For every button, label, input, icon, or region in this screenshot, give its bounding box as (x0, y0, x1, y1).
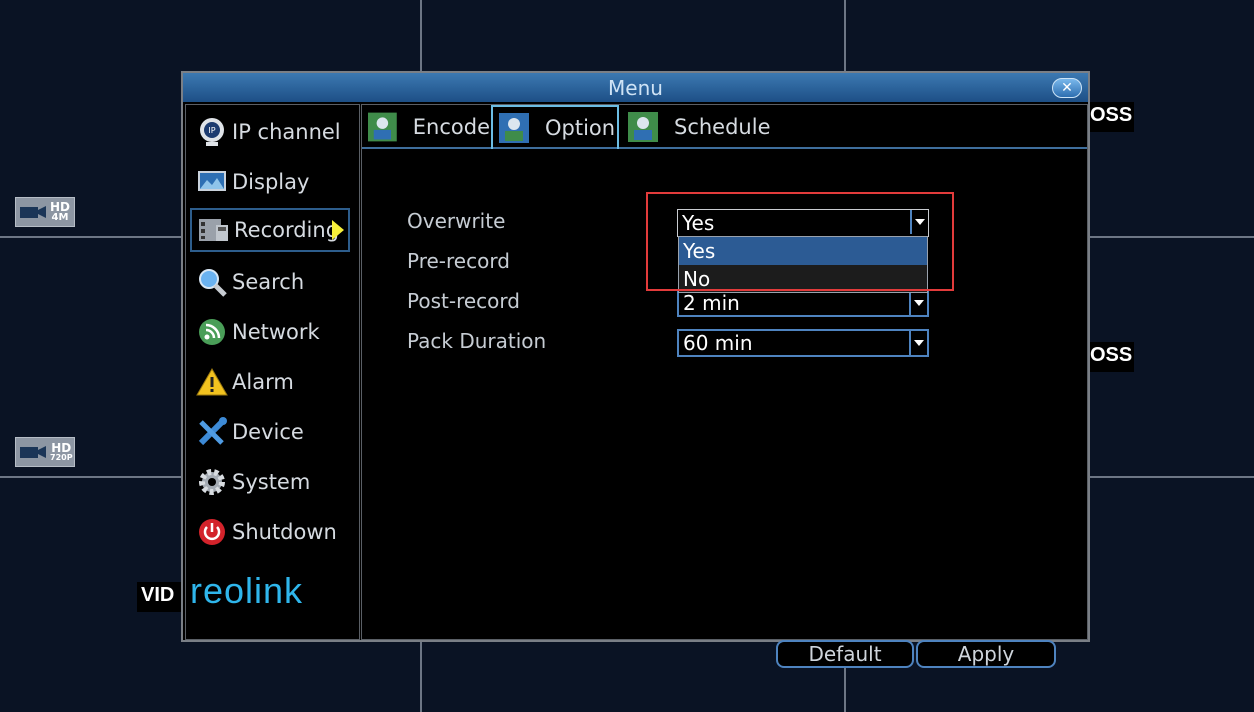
sidebar-item-label: Network (232, 320, 320, 344)
active-arrow-icon (332, 220, 344, 240)
default-button[interactable]: Default (776, 640, 914, 668)
dropdown-option-yes[interactable]: Yes (679, 237, 927, 265)
overwrite-label: Overwrite (407, 209, 506, 233)
ip-camera-icon: IP (196, 116, 228, 148)
title-bar: Menu ✕ (183, 73, 1088, 102)
postrecord-value: 2 min (683, 291, 740, 315)
sidebar-item-network[interactable]: Network (190, 310, 350, 354)
tab-label: Encode (412, 115, 490, 139)
badge-res-text: 4M (51, 212, 69, 223)
pack-duration-value: 60 min (683, 331, 753, 355)
warning-icon (196, 366, 228, 398)
postrecord-label: Post-record (407, 289, 520, 313)
video-camera-icon (20, 446, 46, 458)
sidebar-item-display[interactable]: Display (190, 160, 350, 204)
tab-schedule[interactable]: Schedule (622, 105, 772, 149)
video-camera-icon (20, 206, 46, 218)
tab-label: Option (545, 116, 616, 140)
user-settings-icon (499, 113, 529, 143)
sidebar-item-device[interactable]: Device (190, 410, 350, 454)
sidebar-item-label: Shutdown (232, 520, 337, 544)
apply-button[interactable]: Apply (916, 640, 1056, 668)
pack-duration-label: Pack Duration (407, 329, 547, 353)
sidebar-item-label: Device (232, 420, 304, 444)
overwrite-select[interactable]: Yes (677, 209, 929, 237)
sidebar-item-label: Search (232, 270, 305, 294)
sidebar-item-alarm[interactable]: Alarm (190, 360, 350, 404)
user-settings-icon (628, 112, 658, 142)
close-icon: ✕ (1061, 80, 1073, 96)
tools-icon (196, 416, 228, 448)
monitor-icon (196, 166, 228, 198)
overwrite-value: Yes (682, 211, 715, 235)
logo-text: reolink (190, 570, 303, 611)
menu-window: Menu ✕ IP IP channel Display Recording S… (181, 71, 1090, 668)
sidebar-item-label: Alarm (232, 370, 294, 394)
overlay-text-2: OSS (1086, 342, 1134, 372)
camera-hd-badge-1: HD 4M (15, 197, 75, 227)
network-icon (196, 316, 228, 348)
chevron-down-icon[interactable] (909, 331, 927, 355)
sidebar-item-shutdown[interactable]: Shutdown (190, 510, 350, 554)
prerecord-label: Pre-record (407, 249, 510, 273)
sidebar-item-label: Recording (234, 218, 340, 242)
overlay-text-3: VID (137, 582, 185, 612)
postrecord-select[interactable]: 2 min (677, 289, 929, 317)
sidebar-item-search[interactable]: Search (190, 260, 350, 304)
tab-bar: Encode Option Schedule (362, 105, 1087, 149)
chevron-down-icon[interactable] (910, 210, 928, 234)
badge-res-text: 720P (50, 453, 73, 462)
chevron-down-icon[interactable] (909, 291, 927, 315)
sidebar-item-system[interactable]: System (190, 460, 350, 504)
overlay-text-1: OSS (1086, 102, 1134, 132)
sidebar-item-label: System (232, 470, 311, 494)
sidebar: IP IP channel Display Recording Search N… (185, 104, 360, 640)
gear-icon (196, 466, 228, 498)
sidebar-item-label: Display (232, 170, 310, 194)
camera-hd-badge-2: HD 720P (15, 437, 75, 467)
pack-duration-select[interactable]: 60 min (677, 329, 929, 357)
sidebar-item-label: IP channel (232, 120, 341, 144)
sidebar-item-ip-channel[interactable]: IP IP channel (190, 110, 350, 154)
content-panel: Encode Option Schedule Overwrite Pre-rec… (361, 104, 1088, 668)
dropdown-option-no[interactable]: No (679, 265, 927, 293)
tab-label: Schedule (674, 115, 771, 139)
close-button[interactable]: ✕ (1052, 78, 1082, 98)
user-settings-icon (368, 112, 397, 142)
overwrite-dropdown-list: Yes No (678, 236, 928, 293)
film-icon (198, 214, 230, 246)
power-icon (196, 516, 228, 548)
brand-logo: reolink (190, 569, 358, 613)
svg-text:IP: IP (208, 126, 215, 135)
sidebar-item-recording[interactable]: Recording (190, 208, 350, 252)
window-title: Menu (608, 75, 663, 100)
tab-encode[interactable]: Encode (362, 105, 490, 149)
tab-option[interactable]: Option (491, 105, 619, 149)
magnifier-icon (196, 266, 228, 298)
